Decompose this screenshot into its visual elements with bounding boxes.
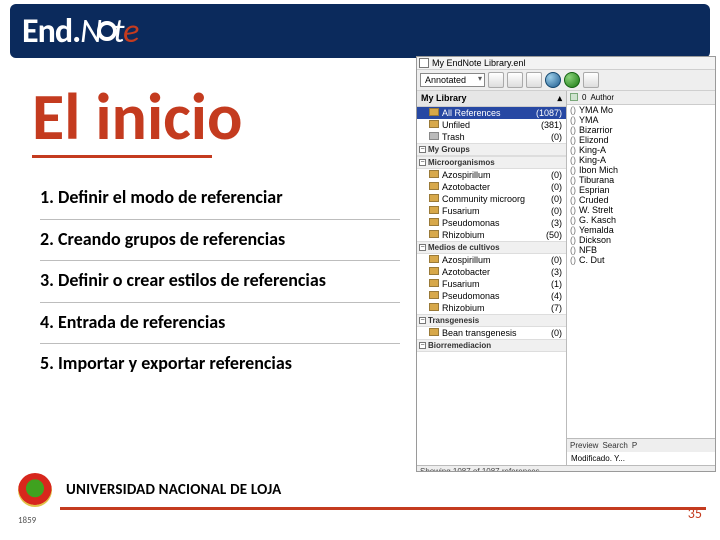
tab-preview[interactable]: Preview [570, 441, 598, 450]
reference-row[interactable]: ()King-A [569, 145, 713, 155]
endnote-logo: End.Nte [22, 11, 138, 52]
toolbar-button[interactable] [488, 72, 504, 88]
references-panel: 0 Author ()YMA Mo()YMA()Bizarrior()Elizo… [567, 91, 715, 465]
group-item[interactable]: Azotobacter(0) [417, 181, 566, 193]
group-item[interactable]: Azospirillum(0) [417, 254, 566, 266]
group-item[interactable]: Azospirillum(0) [417, 169, 566, 181]
reference-row[interactable]: ()YMA [569, 115, 713, 125]
preview-text: Modificado. Y... [567, 452, 715, 465]
reference-row[interactable]: ()Yemalda [569, 225, 713, 235]
footer: UNIVERSIDAD NACIONAL DE LOJA [0, 476, 720, 504]
toolbar-button[interactable] [507, 72, 523, 88]
university-seal [18, 473, 52, 507]
tab-search[interactable]: Search [602, 441, 627, 450]
reference-row[interactable]: ()Elizond [569, 135, 713, 145]
page-number: 35 [688, 505, 702, 522]
university-name: UNIVERSIDAD NACIONAL DE LOJA [66, 481, 281, 499]
reference-row[interactable]: ()Bizarrior [569, 125, 713, 135]
preview-pane: Preview Search P Modificado. Y... [567, 438, 715, 465]
group-item[interactable]: Azotobacter(3) [417, 266, 566, 278]
slide-title: El inicio [32, 76, 242, 157]
top-banner: End.Nte [10, 4, 710, 58]
reference-row[interactable]: ()NFB [569, 245, 713, 255]
list-item: 3. Definir o crear estilos de referencia… [40, 261, 400, 303]
tab-p[interactable]: P [632, 441, 637, 450]
list-item: 4. Entrada de referencias [40, 303, 400, 345]
attachment-icon [570, 93, 578, 101]
folder-icon [429, 108, 439, 116]
sort-icon[interactable]: ▴ [557, 93, 562, 104]
group-item[interactable]: Fusarium(0) [417, 205, 566, 217]
all-references-row[interactable]: All References (1087) [417, 107, 566, 119]
endnote-window: My EndNote Library.enl Annotated My Libr… [416, 56, 716, 472]
window-titlebar: My EndNote Library.enl [417, 57, 715, 70]
panel-header: My Library▴ [417, 91, 566, 107]
reference-row[interactable]: ()YMA Mo [569, 105, 713, 115]
reference-row[interactable]: ()G. Kasch [569, 215, 713, 225]
globe-icon[interactable] [545, 72, 561, 88]
toolbar: Annotated [417, 70, 715, 91]
group-item[interactable]: Rhizobium(50) [417, 229, 566, 241]
group-header[interactable]: −Microorganismos [417, 156, 566, 169]
reference-row[interactable]: ()W. Strelt [569, 205, 713, 215]
column-header[interactable]: 0 Author [567, 91, 715, 105]
list-item: 2. Creando grupos de referencias [40, 220, 400, 262]
reference-list[interactable]: ()YMA Mo()YMA()Bizarrior()Elizond()King-… [567, 105, 715, 438]
sync-icon[interactable] [564, 72, 580, 88]
doc-icon [419, 58, 429, 68]
reference-row[interactable]: ()Dickson [569, 235, 713, 245]
group-header[interactable]: −Biorremediacion [417, 339, 566, 352]
title-underline [32, 155, 212, 158]
status-bar: Showing 1087 of 1087 references [417, 465, 715, 472]
reference-row[interactable]: ()Esprian [569, 185, 713, 195]
list-item: 5. Importar y exportar referencias [40, 344, 400, 385]
group-item[interactable]: Fusarium(1) [417, 278, 566, 290]
reference-row[interactable]: ()C. Dut [569, 255, 713, 265]
folder-icon [429, 120, 439, 128]
group-item[interactable]: Rhizobium(7) [417, 302, 566, 314]
group-item[interactable]: Community microorg(0) [417, 193, 566, 205]
unfiled-row[interactable]: Unfiled (381) [417, 119, 566, 131]
reference-row[interactable]: ()Tiburana [569, 175, 713, 185]
group-header[interactable]: −My Groups [417, 143, 566, 156]
trash-row[interactable]: Trash (0) [417, 131, 566, 143]
group-item[interactable]: Bean transgenesis(0) [417, 327, 566, 339]
reference-row[interactable]: ()King-A [569, 155, 713, 165]
group-item[interactable]: Pseudomonas(4) [417, 290, 566, 302]
reference-row[interactable]: ()Cruded [569, 195, 713, 205]
founding-year: 1859 [18, 515, 36, 526]
group-header[interactable]: −Transgenesis [417, 314, 566, 327]
list-item: 1. Definir el modo de referenciar [40, 178, 400, 220]
style-combo[interactable]: Annotated [420, 73, 485, 87]
trash-icon [429, 132, 439, 140]
toolbar-button[interactable] [526, 72, 542, 88]
content-list: 1. Definir el modo de referenciar 2. Cre… [40, 178, 400, 385]
groups-panel: My Library▴ All References (1087) Unfile… [417, 91, 567, 465]
footer-rule [60, 507, 706, 510]
group-item[interactable]: Pseudomonas(3) [417, 217, 566, 229]
toolbar-button[interactable] [583, 72, 599, 88]
reference-row[interactable]: ()Ibon Mich [569, 165, 713, 175]
group-header[interactable]: −Medios de cultivos [417, 241, 566, 254]
window-title: My EndNote Library.enl [432, 58, 525, 68]
